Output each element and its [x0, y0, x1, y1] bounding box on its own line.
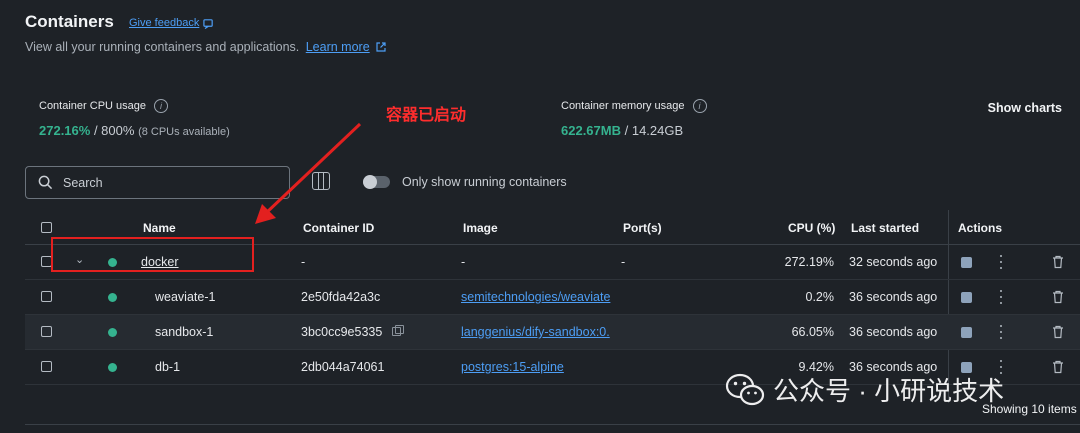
info-icon[interactable]: i: [154, 99, 169, 113]
subtitle-text: View all your running containers and app…: [25, 40, 300, 54]
memory-usage-value: 622.67MB: [561, 123, 621, 138]
container-image-link[interactable]: langgenius/dify-sandbox:0.: [461, 325, 615, 339]
containers-page: Containers Give feedback View all your r…: [0, 0, 1080, 433]
row-checkbox[interactable]: [41, 326, 52, 337]
page-title: Containers: [25, 12, 114, 31]
copy-icon[interactable]: [392, 325, 405, 336]
annotation-highlight-box: [51, 237, 254, 272]
watermark-text: 公众号 · 小研说技术: [773, 376, 1005, 406]
column-ports[interactable]: Port(s): [623, 221, 662, 235]
info-icon[interactable]: i: [692, 99, 707, 113]
container-id: -: [301, 255, 306, 269]
container-image: -: [461, 255, 466, 269]
more-options-icon[interactable]: [999, 255, 1003, 269]
table-bottom-divider: [25, 424, 1080, 425]
container-id: 2e50fda42a3c: [301, 290, 381, 304]
running-only-toggle[interactable]: [363, 175, 390, 189]
stop-icon[interactable]: [961, 292, 972, 303]
column-container-id[interactable]: Container ID: [303, 221, 374, 235]
row-checkbox[interactable]: [41, 361, 52, 372]
wechat-logo-icon: [725, 373, 765, 405]
container-cpu: 0.2%: [805, 290, 835, 304]
search-placeholder: Search: [63, 175, 103, 190]
table-row[interactable]: sandbox-1 3bc0cc9e5335 langgenius/dify-s…: [25, 315, 1080, 350]
columns-icon[interactable]: [312, 172, 330, 190]
stop-icon[interactable]: [961, 257, 972, 268]
running-status-icon: [108, 328, 117, 337]
more-options-icon[interactable]: [999, 290, 1003, 304]
column-actions: Actions: [958, 221, 1003, 235]
select-all-checkbox[interactable]: [41, 222, 52, 233]
page-subtitle: View all your running containers and app…: [25, 40, 386, 54]
running-status-icon: [108, 363, 117, 372]
cpu-usage-value: 272.16%: [39, 123, 91, 138]
column-cpu[interactable]: CPU (%): [788, 221, 835, 235]
column-last-started[interactable]: Last started: [851, 221, 919, 235]
delete-icon[interactable]: [1052, 290, 1064, 304]
cpu-usage-label: Container CPU usage: [39, 100, 147, 112]
search-input[interactable]: Search: [25, 166, 290, 199]
delete-icon[interactable]: [1052, 255, 1064, 269]
delete-icon[interactable]: [1052, 325, 1064, 339]
container-cpu: 66.05%: [791, 325, 834, 339]
annotation-label: 容器已启动: [386, 107, 467, 124]
container-cpu: 272.19%: [784, 255, 834, 269]
give-feedback-link[interactable]: Give feedback: [129, 17, 214, 29]
container-last-started: 36 seconds ago: [849, 325, 938, 339]
show-charts-button[interactable]: Show charts: [988, 101, 1062, 115]
container-id: 3bc0cc9e5335: [301, 325, 405, 339]
more-options-icon[interactable]: [999, 325, 1003, 339]
give-feedback-label: Give feedback: [129, 17, 200, 29]
memory-usage-label: Container memory usage: [561, 100, 685, 112]
container-id-text: 3bc0cc9e5335: [301, 325, 383, 339]
memory-usage-stat: Container memory usage i 622.67MB / 14.2…: [561, 99, 707, 138]
container-ports: -: [621, 255, 626, 269]
running-status-icon: [108, 293, 117, 302]
cpu-usage-note: (8 CPUs available): [138, 126, 230, 138]
stop-icon[interactable]: [961, 327, 972, 338]
cpu-usage-stat: Container CPU usage i 272.16% / 800% (8 …: [39, 99, 230, 138]
container-image-link[interactable]: postgres:15-alpine: [461, 360, 615, 374]
memory-usage-max: / 14.24GB: [624, 123, 684, 138]
container-id: 2db044a74061: [301, 360, 385, 374]
table-row[interactable]: weaviate-1 2e50fda42a3c semitechnologies…: [25, 280, 1080, 315]
search-icon: [38, 175, 53, 190]
row-checkbox[interactable]: [41, 291, 52, 302]
container-last-started: 36 seconds ago: [849, 290, 938, 304]
running-only-label: Only show running containers: [402, 175, 567, 189]
feedback-icon: [203, 18, 214, 29]
container-name[interactable]: weaviate-1: [155, 290, 215, 304]
learn-more-link[interactable]: Learn more: [306, 40, 370, 54]
container-image-link[interactable]: semitechnologies/weaviate: [461, 290, 615, 304]
column-image[interactable]: Image: [463, 221, 498, 235]
delete-icon[interactable]: [1052, 360, 1064, 374]
cpu-usage-max: / 800%: [93, 123, 135, 138]
container-last-started: 32 seconds ago: [849, 255, 938, 269]
container-name[interactable]: db-1: [155, 360, 180, 374]
container-name[interactable]: sandbox-1: [155, 325, 213, 339]
column-name[interactable]: Name: [143, 221, 176, 235]
watermark: 公众号 · 小研说技术: [725, 371, 1004, 408]
external-link-icon: [376, 42, 386, 52]
